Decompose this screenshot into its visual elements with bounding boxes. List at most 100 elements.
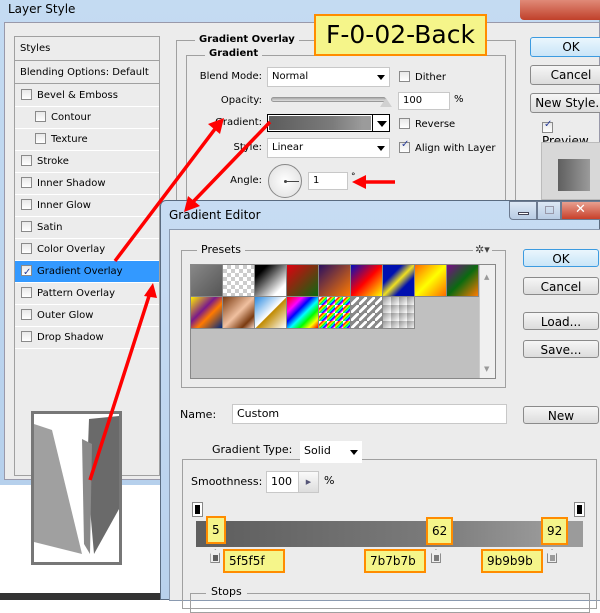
new-style-button[interactable]: New Style...	[530, 93, 600, 113]
opacity-input[interactable]: 100	[398, 92, 450, 110]
blend-mode-select[interactable]: Normal	[267, 67, 390, 87]
checkbox-checked-icon[interactable]	[21, 262, 32, 284]
style-item[interactable]: Inner Shadow	[15, 173, 159, 195]
preset-swatch[interactable]	[287, 265, 319, 297]
maximize-button[interactable]	[537, 201, 561, 220]
preset-swatch[interactable]	[287, 297, 319, 329]
preview-box	[541, 142, 600, 200]
annotation-title: F-0-02-Back	[314, 14, 487, 56]
style-item-label: Drop Shadow	[37, 332, 104, 343]
opacity-label: Opacity:	[220, 95, 262, 106]
checkbox-icon[interactable]	[21, 155, 32, 166]
preset-swatch[interactable]	[351, 265, 383, 297]
preset-swatch[interactable]	[383, 297, 415, 329]
opacity-slider-thumb[interactable]	[380, 98, 392, 107]
style-item[interactable]: Inner Glow	[15, 195, 159, 217]
style-item[interactable]: Satin	[15, 217, 159, 239]
preset-swatch[interactable]	[223, 297, 255, 329]
chevron-down-icon	[350, 450, 358, 455]
style-item[interactable]: Drop Shadow	[15, 327, 159, 349]
presets-scrollbar[interactable]: ▲ ▼	[479, 265, 495, 378]
align-with-layer-checkbox[interactable]: Align with Layer	[399, 139, 496, 154]
styles-header[interactable]: Styles	[15, 37, 159, 61]
opacity-stop-right[interactable]	[574, 502, 585, 517]
style-item[interactable]: Color Overlay	[15, 239, 159, 261]
opacity-stop-left[interactable]	[192, 502, 203, 517]
preset-swatch[interactable]	[223, 265, 255, 297]
checkbox-icon[interactable]	[21, 309, 32, 320]
gradient-type-select[interactable]: Solid	[300, 441, 362, 463]
preset-swatch[interactable]	[191, 265, 223, 297]
name-input[interactable]: Custom	[232, 404, 507, 424]
checkbox-icon[interactable]	[35, 111, 46, 122]
checkbox-icon[interactable]	[21, 177, 32, 188]
style-item[interactable]: Outer Glow	[15, 305, 159, 327]
checkbox-icon[interactable]	[21, 89, 32, 100]
style-item[interactable]: Stroke	[15, 151, 159, 173]
preset-swatch[interactable]	[255, 265, 287, 297]
style-item-label: Pattern Overlay	[37, 288, 116, 299]
dither-checkbox[interactable]: Dither	[399, 70, 446, 83]
scroll-down-icon[interactable]: ▼	[484, 365, 489, 373]
preset-swatch[interactable]	[319, 297, 351, 329]
style-item[interactable]: Contour	[15, 107, 159, 129]
close-button[interactable]: ✕	[561, 201, 600, 220]
style-select[interactable]: Linear	[267, 138, 390, 158]
smoothness-input[interactable]: 100	[266, 471, 299, 493]
chevron-down-icon	[377, 75, 385, 80]
save-button[interactable]: Save...	[523, 340, 599, 358]
preset-swatch[interactable]	[255, 297, 287, 329]
checkbox-icon[interactable]	[35, 133, 46, 144]
smoothness-stepper[interactable]: ▶	[298, 471, 319, 493]
ge-ok-button[interactable]: OK	[523, 249, 599, 267]
preset-swatch[interactable]	[447, 265, 479, 297]
angle-dial[interactable]	[268, 164, 302, 198]
style-item-label: Gradient Overlay	[37, 266, 123, 277]
gradient-bar[interactable]	[196, 521, 583, 547]
stop-location-callout: 92	[541, 517, 569, 545]
checkbox-icon[interactable]	[21, 287, 32, 298]
layer-style-title: Layer Style	[8, 2, 76, 16]
checkbox-icon[interactable]	[21, 199, 32, 210]
close-window-button[interactable]	[520, 0, 600, 20]
style-item[interactable]: Gradient Overlay	[15, 261, 159, 284]
ok-button[interactable]: OK	[530, 37, 600, 57]
angle-input[interactable]: 1	[308, 172, 348, 190]
blend-mode-value: Normal	[272, 71, 309, 82]
preset-swatch[interactable]	[383, 265, 415, 297]
scroll-up-icon[interactable]: ▲	[484, 273, 489, 281]
gradient-editor-window: Gradient Editor ✕ Presets ✲▾ ▲ ▼ OK Canc…	[160, 200, 600, 613]
checkbox-checked-icon	[399, 139, 410, 153]
style-item[interactable]: Pattern Overlay	[15, 283, 159, 305]
checkbox-icon[interactable]	[21, 221, 32, 232]
preset-swatch[interactable]	[351, 297, 383, 329]
maximize-icon	[545, 206, 554, 214]
minimize-button[interactable]	[509, 201, 537, 220]
preset-swatch[interactable]	[319, 265, 351, 297]
style-item-label: Inner Shadow	[37, 178, 106, 189]
stop-color-callout: 7b7b7b	[364, 549, 426, 573]
style-item[interactable]: Texture	[15, 129, 159, 151]
style-item[interactable]: Bevel & Emboss	[15, 85, 159, 107]
preset-swatch[interactable]	[415, 265, 447, 297]
cancel-button[interactable]: Cancel	[530, 65, 600, 85]
name-label: Name:	[180, 408, 217, 421]
chevron-down-icon[interactable]	[377, 121, 387, 127]
checkbox-icon[interactable]	[21, 331, 32, 342]
thumb-shape-left	[34, 424, 82, 554]
opacity-slider-track[interactable]	[271, 97, 386, 102]
gradient-picker[interactable]	[267, 114, 390, 132]
gear-icon[interactable]: ✲▾	[473, 243, 492, 256]
style-item-label: Color Overlay	[37, 244, 106, 255]
new-button[interactable]: New	[523, 406, 599, 424]
ge-cancel-button[interactable]: Cancel	[523, 277, 599, 295]
gradient-preview-swatch[interactable]	[269, 116, 371, 130]
preset-swatch[interactable]	[191, 297, 223, 329]
align-label: Align with Layer	[415, 143, 496, 154]
smoothness-label: Smoothness:	[191, 475, 263, 488]
blend-mode-label: Blend Mode:	[199, 71, 262, 82]
checkbox-icon[interactable]	[21, 243, 32, 254]
blending-options-item[interactable]: Blending Options: Default	[15, 62, 159, 84]
load-button[interactable]: Load...	[523, 312, 599, 330]
reverse-checkbox[interactable]: Reverse	[399, 117, 455, 130]
